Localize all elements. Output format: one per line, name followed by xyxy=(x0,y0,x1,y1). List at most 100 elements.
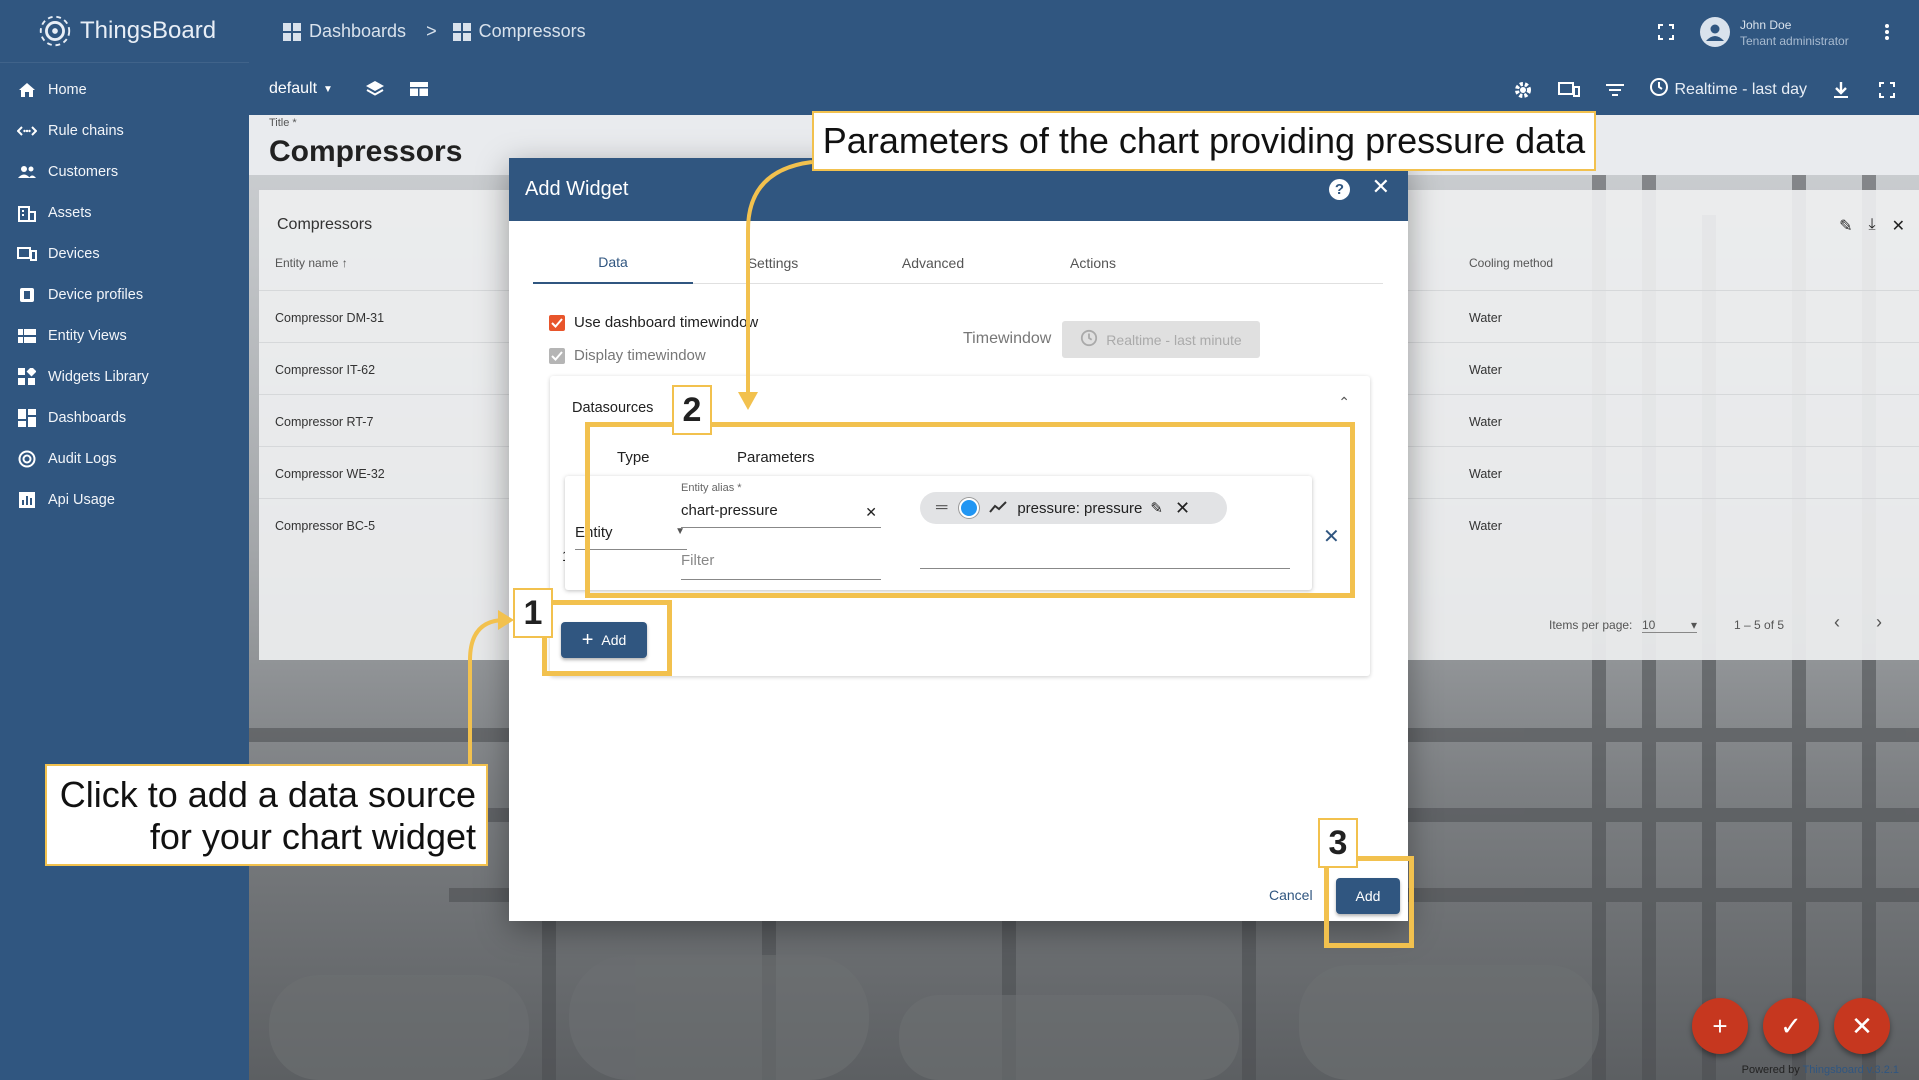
more-vert-icon[interactable] xyxy=(1875,20,1899,44)
sidebar-item-audit-logs[interactable]: Audit Logs xyxy=(0,438,249,479)
cell-entity-name: Compressor WE-32 xyxy=(275,467,385,481)
checkbox-label: Display timewindow xyxy=(574,347,706,364)
device-profiles-icon xyxy=(16,286,38,304)
sidebar-item-devices[interactable]: Devices xyxy=(0,233,249,274)
state-select[interactable]: default ▼ xyxy=(269,80,333,98)
assets-icon xyxy=(16,204,38,222)
cell-entity-name: Compressor DM-31 xyxy=(275,311,385,325)
dialog-title: Add Widget xyxy=(525,178,629,200)
layout-icon[interactable] xyxy=(407,77,431,101)
timewindow-button[interactable]: Realtime - last day xyxy=(1649,77,1808,102)
avatar[interactable] xyxy=(1700,16,1730,47)
add-widget-fab[interactable]: + xyxy=(1692,998,1748,1054)
tab-settings[interactable]: Settings xyxy=(693,242,853,284)
customers-icon xyxy=(16,163,38,181)
sidebar-item-assets[interactable]: Assets xyxy=(0,192,249,233)
sidebar-item-label: Home xyxy=(48,81,87,98)
column-header-cooling-method[interactable]: Cooling method xyxy=(1469,256,1553,270)
use-dashboard-timewindow-checkbox[interactable]: Use dashboard timewindow xyxy=(549,314,758,331)
edit-icon[interactable]: ✎ xyxy=(1839,216,1852,236)
breadcrumb-compressors: Compressors xyxy=(452,21,586,42)
close-icon: ✕ xyxy=(1851,1010,1873,1041)
entity-views-icon xyxy=(16,327,38,345)
fullscreen-icon[interactable] xyxy=(1875,78,1899,102)
close-icon[interactable]: ✕ xyxy=(1892,216,1905,236)
tab-actions[interactable]: Actions xyxy=(1013,242,1173,284)
items-per-page-select[interactable]: 10 ▾ xyxy=(1642,618,1697,633)
checkbox-checked-icon xyxy=(549,314,565,331)
tab-advanced[interactable]: Advanced xyxy=(853,242,1013,284)
plus-icon: + xyxy=(1712,1010,1728,1041)
powered-by-label: Powered by xyxy=(1741,1064,1800,1076)
cell-cooling: Water xyxy=(1469,363,1502,377)
sidebar-item-device-profiles[interactable]: Device profiles xyxy=(0,274,249,315)
breadcrumb-dashboards[interactable]: Dashboards xyxy=(283,21,406,42)
cell-cooling: Water xyxy=(1469,415,1502,429)
clock-icon xyxy=(1080,329,1098,350)
sidebar-item-label: Entity Views xyxy=(48,327,127,344)
callout-add-datasource: Click to add a data source for your char… xyxy=(45,764,488,866)
timewindow-label: Timewindow xyxy=(963,330,1052,347)
sidebar-item-widgets-library[interactable]: Widgets Library xyxy=(0,356,249,397)
dashboards-icon xyxy=(16,408,38,427)
cancel-button[interactable]: Cancel xyxy=(1269,887,1313,903)
check-icon: ✓ xyxy=(1780,1010,1802,1041)
highlight-add-datasource xyxy=(542,600,672,676)
help-icon[interactable]: ? xyxy=(1329,179,1350,200)
close-icon[interactable]: ✕ xyxy=(1372,174,1390,200)
sidebar-item-label: Widgets Library xyxy=(48,368,149,385)
sidebar-item-customers[interactable]: Customers xyxy=(0,151,249,192)
app-logo[interactable]: ThingsBoard xyxy=(0,0,249,63)
top-bar: Dashboards > Compressors John Doe Tenant… xyxy=(249,0,1919,63)
sidebar-item-label: Assets xyxy=(48,204,92,221)
previous-page-icon[interactable]: ‹ xyxy=(1834,612,1840,633)
entity-aliases-icon[interactable] xyxy=(1557,78,1581,102)
tab-data[interactable]: Data xyxy=(533,242,693,284)
sidebar-item-label: Api Usage xyxy=(48,491,115,508)
widget-title: Compressors xyxy=(277,216,373,233)
home-icon xyxy=(16,81,38,99)
layers-icon[interactable] xyxy=(363,77,387,101)
download-icon[interactable] xyxy=(1829,78,1853,102)
fullscreen-icon[interactable] xyxy=(1654,20,1678,44)
filter-icon[interactable] xyxy=(1603,78,1627,102)
sidebar-menu: Home Rule chains Customers Assets Device… xyxy=(0,63,249,520)
callout-line-2: for your chart widget xyxy=(149,816,476,857)
callout-parameters: Parameters of the chart providing pressu… xyxy=(812,111,1596,171)
pagination-range: 1 – 5 of 5 xyxy=(1734,618,1785,632)
display-timewindow-checkbox[interactable]: Display timewindow xyxy=(549,347,706,364)
checkbox-label: Use dashboard timewindow xyxy=(574,314,759,331)
audit-logs-icon xyxy=(16,450,38,468)
discard-changes-fab[interactable]: ✕ xyxy=(1834,998,1890,1054)
checkbox-checked-icon xyxy=(549,347,565,364)
cell-cooling: Water xyxy=(1469,311,1502,325)
sort-arrow-up-icon: ↑ xyxy=(341,256,348,270)
page-title[interactable]: Compressors xyxy=(269,135,462,169)
sidebar-item-label: Rule chains xyxy=(48,122,124,139)
app-name: ThingsBoard xyxy=(80,17,217,44)
cell-entity-name: Compressor IT-62 xyxy=(275,363,376,377)
sidebar-item-home[interactable]: Home xyxy=(0,69,249,110)
sidebar-item-rule-chains[interactable]: Rule chains xyxy=(0,110,249,151)
version-link[interactable]: Thingsboard v.3.2.1 xyxy=(1803,1064,1899,1076)
settings-icon[interactable] xyxy=(1511,78,1535,102)
next-page-icon[interactable]: › xyxy=(1876,612,1882,633)
timewindow-label: Realtime - last day xyxy=(1674,80,1808,98)
dashboards-icon xyxy=(452,22,471,41)
sidebar-item-entity-views[interactable]: Entity Views xyxy=(0,315,249,356)
breadcrumb-separator: > xyxy=(426,21,437,41)
sidebar-item-api-usage[interactable]: Api Usage xyxy=(0,479,249,520)
title-field-label: Title * xyxy=(269,117,297,129)
column-header-entity-name[interactable]: Entity name ↑ xyxy=(275,256,348,270)
collapse-icon[interactable]: ⌃ xyxy=(1338,394,1350,411)
widgets-icon xyxy=(16,367,38,386)
devices-icon xyxy=(16,245,38,263)
apply-changes-fab[interactable]: ✓ xyxy=(1763,998,1819,1054)
timewindow-button[interactable]: Realtime - last minute xyxy=(1062,321,1260,358)
highlight-parameters xyxy=(585,422,1355,598)
cell-cooling: Water xyxy=(1469,519,1502,533)
sidebar-item-dashboards[interactable]: Dashboards xyxy=(0,397,249,438)
download-icon[interactable]: ⤓ xyxy=(1869,216,1876,236)
chevron-down-icon: ▾ xyxy=(1690,618,1697,632)
step-3-badge: 3 xyxy=(1318,818,1358,868)
